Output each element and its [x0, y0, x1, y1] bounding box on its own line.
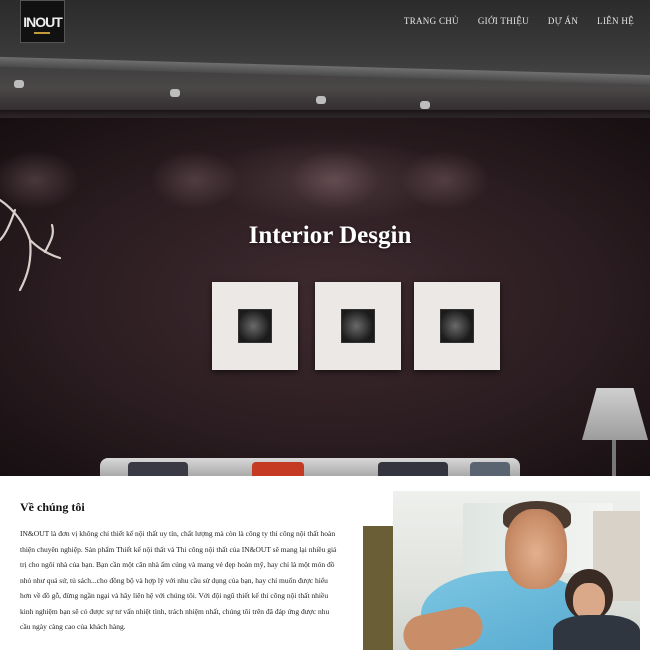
- ceiling-edge: [0, 110, 650, 118]
- floor-lamp-shade: [582, 388, 648, 440]
- about-body: IN&OUT là đơn vị không chỉ thiết kế nội …: [20, 529, 337, 631]
- about-photo: [393, 491, 640, 650]
- wall-light-glow: [150, 150, 240, 210]
- sofa-pillow: [378, 462, 448, 476]
- ceiling-spotlight: [420, 101, 430, 109]
- logo-text: INOUT: [23, 13, 63, 30]
- floor-lamp-stand: [612, 440, 616, 476]
- sofa-pillow: [252, 462, 304, 476]
- ceiling-spotlight: [14, 80, 24, 88]
- hero-title: Interior Desgin: [248, 222, 412, 249]
- wall-light-glow: [400, 150, 490, 210]
- ceiling-spotlight: [316, 96, 326, 104]
- hero-banner: Interior Desgin: [0, 0, 650, 476]
- logo-accent: [34, 32, 50, 34]
- sofa-pillow: [470, 462, 510, 476]
- wall-frame: [414, 282, 500, 370]
- site-logo[interactable]: INOUT: [20, 0, 65, 43]
- wall-frame: [212, 282, 298, 370]
- ceiling-spotlight: [170, 89, 180, 97]
- main-nav: TRANG CHỦ GIỚI THIỆU DỰ ÁN LIÊN HỆ: [385, 16, 634, 26]
- nav-item-projects[interactable]: DỰ ÁN: [548, 16, 578, 26]
- sofa-pillow: [128, 462, 188, 476]
- about-heading: Về chúng tôi: [20, 500, 85, 514]
- nav-item-contact[interactable]: LIÊN HỆ: [597, 16, 634, 26]
- wall-frame: [315, 282, 401, 370]
- wall-light-glow: [290, 150, 380, 210]
- nav-item-home[interactable]: TRANG CHỦ: [404, 16, 459, 26]
- nav-item-about[interactable]: GIỚI THIỆU: [478, 16, 529, 26]
